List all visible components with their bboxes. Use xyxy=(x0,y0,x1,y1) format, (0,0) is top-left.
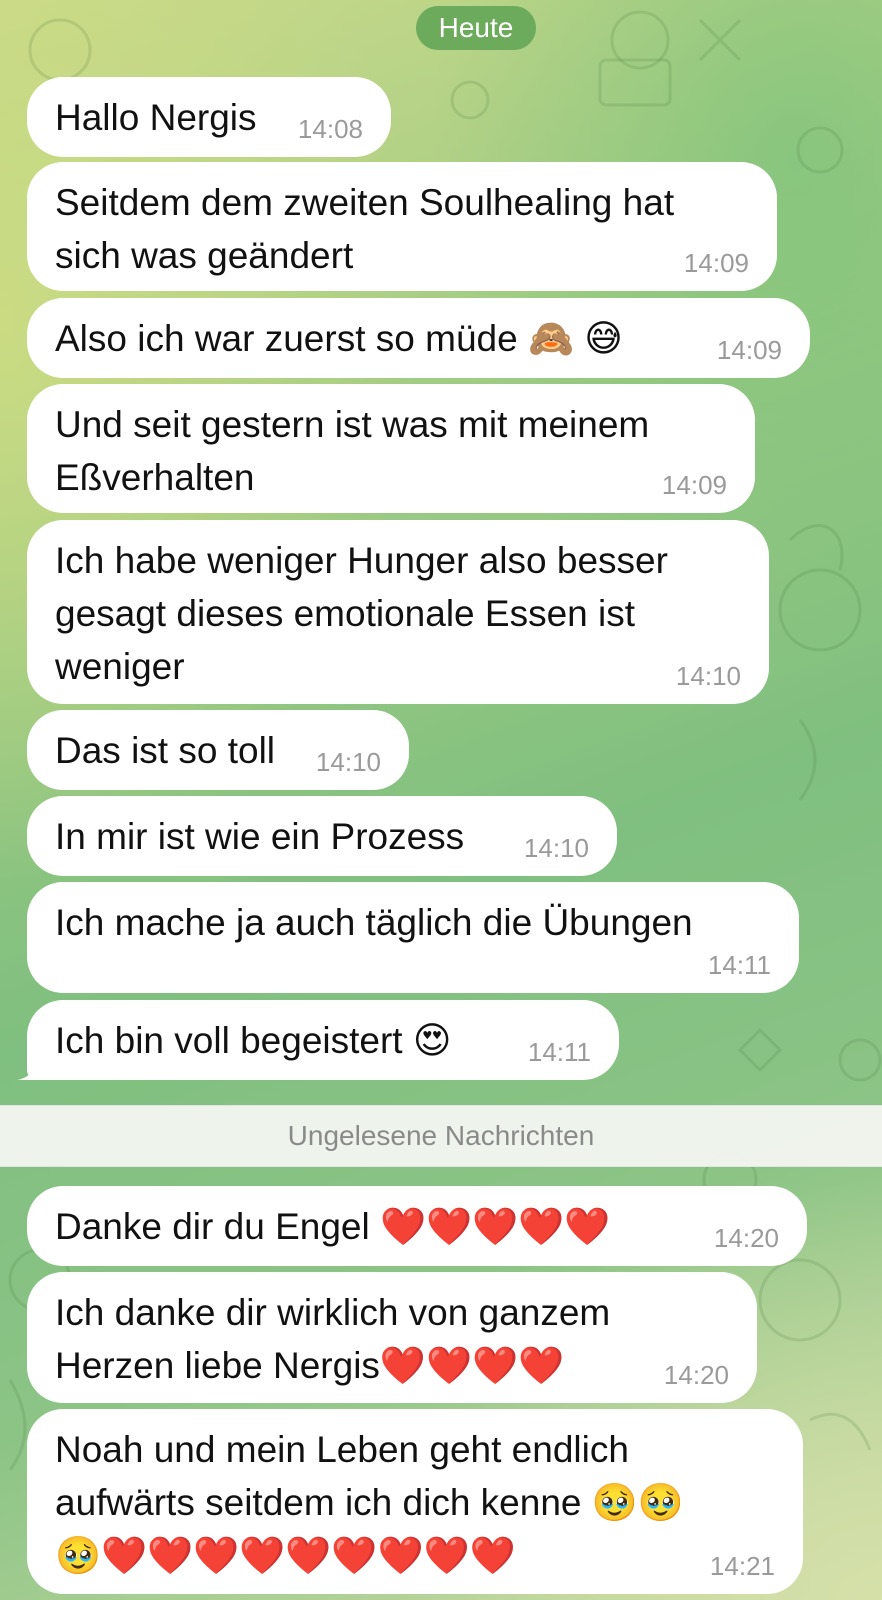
message-bubble[interactable]: In mir ist wie ein Prozess 14:10 xyxy=(27,796,617,876)
message-bubble[interactable]: Danke dir du Engel ❤️❤️❤️❤️❤️ 14:20 xyxy=(27,1186,807,1266)
message-text: Also ich war zuerst so müde 🙈 😅 xyxy=(55,318,623,359)
message-text: Noah und mein Leben geht endlich aufwärt… xyxy=(55,1429,684,1576)
message-time: 14:09 xyxy=(661,470,727,500)
message-time: 14:11 xyxy=(527,1037,591,1067)
message-time: 14:09 xyxy=(716,335,782,365)
message-text: Und seit gestern ist was mit meinem Eßve… xyxy=(55,404,650,498)
message-time: 14:20 xyxy=(663,1360,729,1390)
message-bubble[interactable]: Ich bin voll begeistert 😍 14:11 xyxy=(17,1000,619,1080)
date-pill: Heute xyxy=(416,6,536,50)
message-bubble[interactable]: Hallo Nergis 14:08 xyxy=(27,77,391,157)
message-bubble[interactable]: Ich mache ja auch täglich die Übungen 14… xyxy=(27,882,799,993)
message-text: Seitdem dem zweiten Soulhealing hat sich… xyxy=(55,182,675,276)
message-bubble[interactable]: Ich habe weniger Hunger also besser gesa… xyxy=(27,520,769,704)
message-text: Ich habe weniger Hunger also besser gesa… xyxy=(55,540,668,687)
message-time: 14:09 xyxy=(683,248,749,278)
message-bubble[interactable]: Seitdem dem zweiten Soulhealing hat sich… xyxy=(27,162,777,291)
message-text: Ich mache ja auch täglich die Übungen xyxy=(55,902,693,943)
message-time: 14:20 xyxy=(713,1223,779,1253)
message-bubble[interactable]: Also ich war zuerst so müde 🙈 😅 14:09 xyxy=(27,298,810,378)
message-bubble[interactable]: Das ist so toll 14:10 xyxy=(27,710,409,790)
message-time: 14:10 xyxy=(523,833,589,863)
message-time: 14:11 xyxy=(707,950,771,980)
message-text: Danke dir du Engel ❤️❤️❤️❤️❤️ xyxy=(55,1206,611,1247)
bubble-tail xyxy=(17,1050,51,1080)
message-time: 14:21 xyxy=(709,1551,775,1581)
message-bubble[interactable]: Noah und mein Leben geht endlich aufwärt… xyxy=(27,1409,803,1594)
message-text: Ich bin voll begeistert 😍 xyxy=(55,1020,452,1061)
message-bubble[interactable]: Ich danke dir wirklich von ganzem Herzen… xyxy=(27,1272,757,1403)
message-text: Ich danke dir wirklich von ganzem Herzen… xyxy=(55,1292,611,1386)
message-time: 14:10 xyxy=(675,661,741,691)
unread-messages-divider: Ungelesene Nachrichten xyxy=(0,1105,882,1167)
message-text: In mir ist wie ein Prozess xyxy=(55,816,465,857)
message-time: 14:08 xyxy=(297,114,363,144)
message-time: 14:10 xyxy=(315,747,381,777)
message-bubble[interactable]: Und seit gestern ist was mit meinem Eßve… xyxy=(27,384,755,513)
